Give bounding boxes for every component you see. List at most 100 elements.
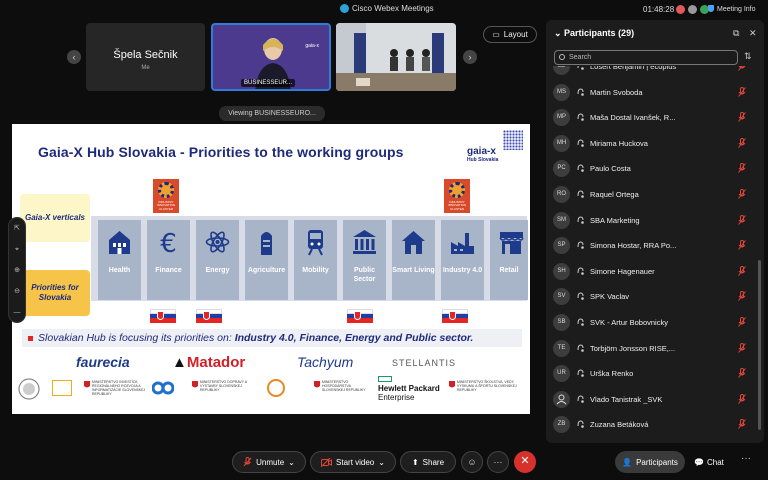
user-avatar-icon[interactable] bbox=[688, 5, 697, 14]
faurecia-logo: faurecia bbox=[76, 354, 130, 370]
self-sub: Me bbox=[141, 65, 150, 71]
yellow-logo-icon bbox=[52, 380, 72, 396]
slovak-flag-icon bbox=[442, 309, 468, 323]
gear-icon bbox=[449, 182, 465, 198]
participants-list: LE Losert Benjamin | ecoplus MS Martin Svob… bbox=[546, 66, 764, 440]
sector-label: Smart Living bbox=[392, 267, 435, 274]
record-indicator-icon[interactable] bbox=[676, 5, 685, 14]
university-seal-icon bbox=[18, 378, 40, 400]
popout-icon[interactable]: ⧉ bbox=[733, 28, 739, 39]
audio-connection-icon bbox=[577, 369, 584, 377]
zoom-in-icon[interactable]: ⊕ bbox=[9, 260, 25, 281]
focus-prefix: Slovakian Hub is focusing its priorities… bbox=[38, 332, 235, 344]
participants-button[interactable]: 👤 Participants bbox=[615, 451, 685, 473]
participants-scrollbar[interactable] bbox=[758, 260, 761, 430]
participant-row[interactable]: SM SBA Marketing bbox=[546, 208, 764, 233]
avatar-person-icon bbox=[553, 390, 570, 408]
leave-meeting-button[interactable]: ✕ bbox=[514, 451, 536, 473]
video-prev-arrow-icon[interactable]: ‹ bbox=[67, 50, 81, 64]
toolbar-more-icon[interactable]: — bbox=[9, 302, 25, 323]
cluster-logo-finance: INDUSTRY INNOVATION CLUSTER bbox=[153, 179, 179, 213]
audio-connection-icon bbox=[577, 190, 584, 198]
conference-video-tile[interactable] bbox=[336, 23, 456, 91]
shield-icon bbox=[708, 5, 714, 12]
layout-button[interactable]: ▭ Layout bbox=[483, 26, 537, 43]
share-button[interactable]: ⬆ Share bbox=[400, 451, 456, 473]
sector-label: Public Sector bbox=[353, 267, 376, 283]
start-video-button[interactable]: Start video ⌄ bbox=[310, 451, 396, 473]
participant-row[interactable]: ZB Zuzana Betáková bbox=[546, 412, 764, 437]
participant-row[interactable]: SH Simone Hagenauer bbox=[546, 259, 764, 284]
muted-mic-icon bbox=[738, 317, 746, 327]
pointer-tool-icon[interactable]: ⇱ bbox=[9, 218, 25, 239]
matador-logo: ▲Matador bbox=[172, 354, 245, 371]
participant-row[interactable]: SP Simona Hostar, RRA Po... bbox=[546, 233, 764, 258]
window-controls bbox=[676, 5, 709, 14]
participant-name: Paulo Costa bbox=[590, 164, 631, 174]
sector-smart-living: Smart Living bbox=[392, 220, 435, 300]
slovak-flag-icon bbox=[196, 309, 222, 323]
participant-row[interactable]: RO Raquel Ortega bbox=[546, 182, 764, 207]
participant-row[interactable]: MP Maša Dostal Ivanšek, R... bbox=[546, 105, 764, 130]
chat-label: Chat bbox=[706, 457, 724, 467]
participant-row[interactable]: MH Miriama Huckova bbox=[546, 131, 764, 156]
muted-mic-icon bbox=[738, 419, 746, 430]
participant-name: Maša Dostal Ivanšek, R... bbox=[590, 113, 676, 123]
participant-row[interactable]: Vlado Tanistrak _SVK bbox=[546, 387, 764, 412]
audio-connection-icon bbox=[577, 395, 584, 403]
reactions-button[interactable]: ☺ bbox=[461, 451, 483, 473]
more-options-button[interactable]: ··· bbox=[487, 451, 509, 473]
participant-row[interactable]: LE Losert Benjamin | ecoplus bbox=[546, 66, 764, 79]
avatar: UR bbox=[553, 365, 570, 383]
audio-connection-icon bbox=[577, 241, 584, 249]
search-placeholder: Search bbox=[569, 54, 592, 61]
slovak-flag-icon bbox=[347, 309, 373, 323]
avatar: MH bbox=[553, 134, 570, 152]
close-icon[interactable]: ✕ bbox=[749, 28, 757, 39]
audio-connection-icon bbox=[577, 216, 584, 224]
sector-finance: € Finance bbox=[147, 220, 190, 300]
matador-logo-text: Matador bbox=[186, 354, 246, 371]
participants-header[interactable]: ⌄ Participants (29) bbox=[554, 28, 634, 39]
participant-row[interactable]: MS Martin Svoboda bbox=[546, 80, 764, 105]
participant-name: Simone Hagenauer bbox=[590, 266, 655, 276]
chevron-down-icon[interactable]: ⌄ bbox=[554, 28, 564, 38]
avatar: MS bbox=[553, 83, 570, 101]
sector-energy: Energy bbox=[196, 220, 239, 300]
muted-mic-icon bbox=[738, 86, 746, 97]
participant-name: Torbjörn Jonsson RISE,... bbox=[590, 343, 676, 353]
more-icon: ··· bbox=[493, 457, 503, 467]
hpe-line-1: Hewlett Packard bbox=[378, 384, 440, 393]
emoji-icon: ☺ bbox=[467, 457, 477, 467]
participant-name: Raquel Ortega bbox=[590, 190, 639, 199]
participant-row[interactable]: TE Torbjörn Jonsson RISE,... bbox=[546, 336, 764, 361]
ministry-logo-2: MINISTERSTVO DOPRAVY A VÝSTAVBY SLOVENSK… bbox=[200, 380, 247, 392]
participant-name: SVK - Artur Bobovnicky bbox=[590, 318, 668, 327]
participant-row[interactable]: PC Paulo Costa bbox=[546, 156, 764, 181]
zoom-out-icon[interactable]: ⊖ bbox=[9, 281, 25, 302]
audio-connection-icon bbox=[577, 139, 584, 147]
presenter-video-tile[interactable]: gaia-x BUSINESSEUR... bbox=[211, 23, 331, 91]
muted-mic-icon bbox=[738, 342, 746, 353]
ministry-logos-row: MINISTERSTVO INVESTÍCIÍ, REGIONÁLNEHO RO… bbox=[12, 376, 530, 410]
participant-row[interactable]: SV SPK Vaclav bbox=[546, 284, 764, 309]
meeting-info-button[interactable]: Meeting Info bbox=[708, 5, 756, 13]
chat-button[interactable]: 💬 Chat bbox=[694, 451, 734, 473]
video-next-arrow-icon[interactable]: › bbox=[463, 50, 477, 64]
sector-label: Agriculture bbox=[247, 267, 286, 274]
self-name: Špela Sečnik bbox=[113, 49, 178, 61]
svg-text:€: € bbox=[160, 229, 177, 256]
remote-control-icon[interactable]: ⌖ bbox=[9, 239, 25, 260]
participant-row[interactable]: UR Urška Renko bbox=[546, 361, 764, 386]
audio-connection-icon bbox=[577, 344, 584, 352]
sort-icon[interactable]: ⇅ bbox=[744, 51, 752, 62]
participants-search-input[interactable]: Search bbox=[554, 50, 738, 65]
sector-label: Retail bbox=[499, 267, 519, 274]
viewing-badge: Viewing BUSINESSEURO... bbox=[219, 106, 325, 121]
unmute-button[interactable]: Unmute ⌄ bbox=[232, 451, 306, 473]
participant-row[interactable]: SB SVK - Artur Bobovnicky bbox=[546, 310, 764, 335]
more-panels-icon[interactable]: ··· bbox=[741, 453, 751, 464]
self-video-tile[interactable]: Špela Sečnik Me bbox=[86, 23, 205, 91]
coat-of-arms-icon bbox=[314, 381, 320, 388]
webex-window: Cisco Webex Meetings 01:48:28 Meeting In… bbox=[0, 0, 768, 480]
